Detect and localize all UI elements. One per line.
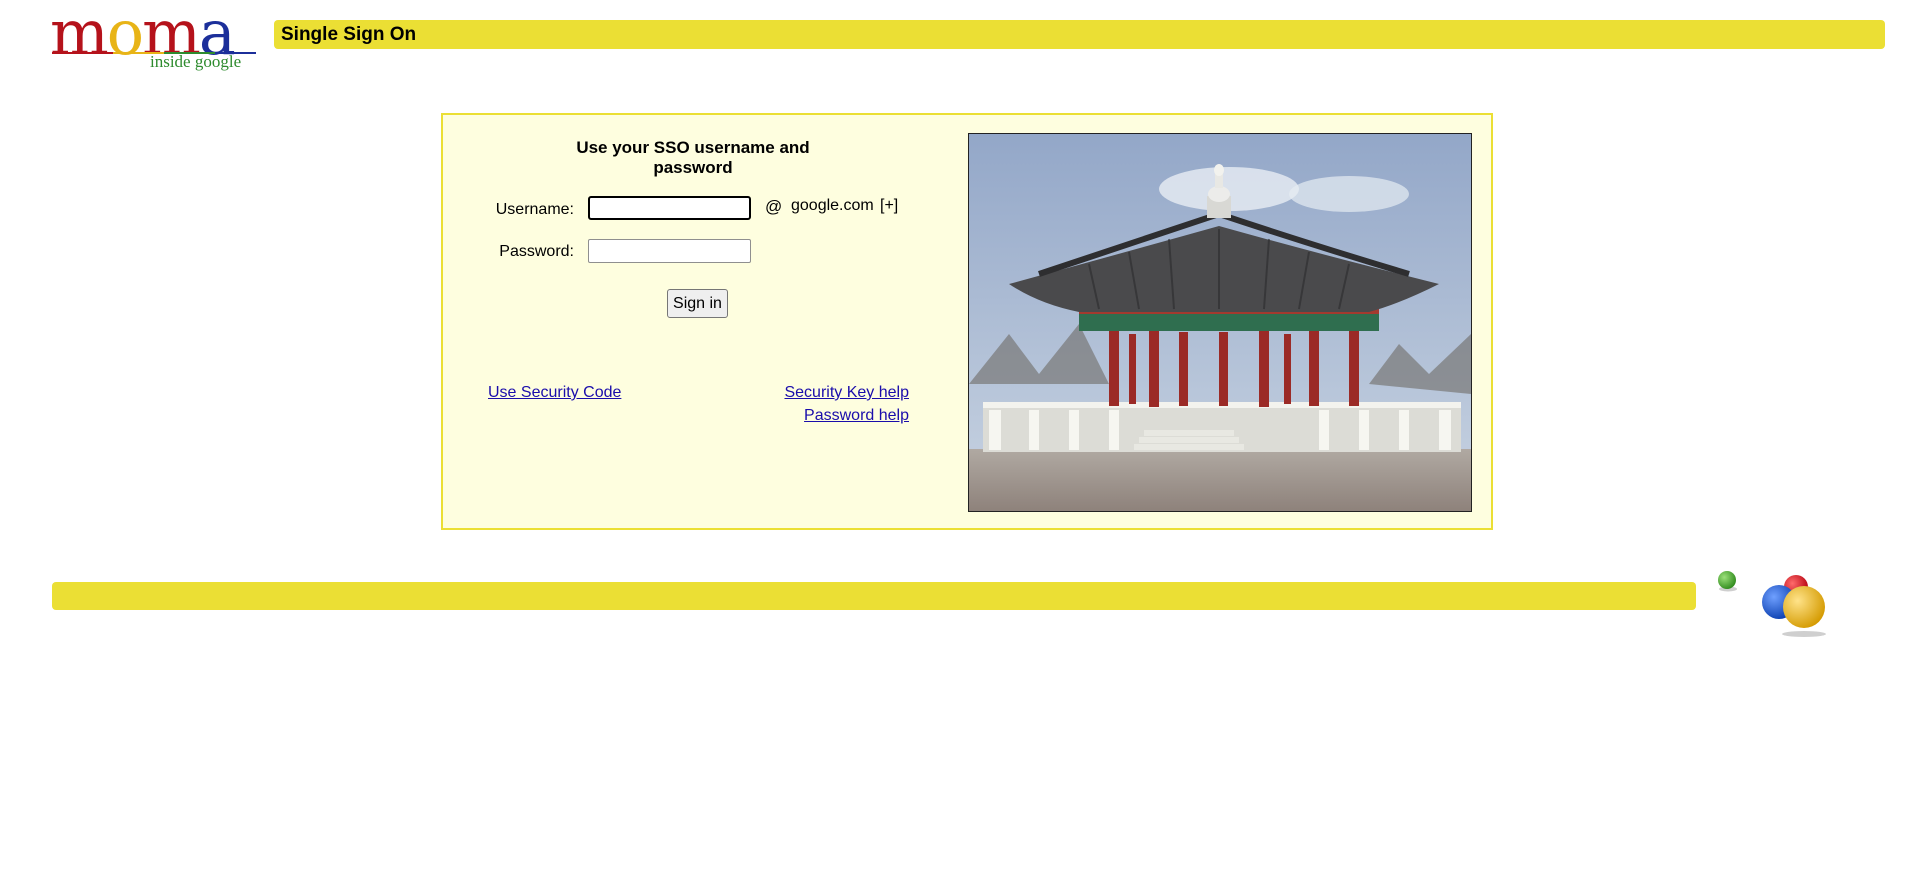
moma-logo: moma inside google bbox=[50, 2, 260, 76]
sso-page: moma inside google Single Sign On Use yo… bbox=[0, 0, 1920, 874]
title-bar: Single Sign On bbox=[274, 20, 1885, 49]
password-help-link[interactable]: Password help bbox=[804, 407, 909, 425]
password-input[interactable] bbox=[588, 239, 751, 263]
domain-label: google.com bbox=[791, 197, 874, 214]
username-label: Username: bbox=[495, 201, 574, 218]
username-input[interactable] bbox=[588, 196, 751, 220]
login-panel: Use your SSO username and password Usern… bbox=[441, 113, 1493, 530]
page-title: Single Sign On bbox=[281, 24, 417, 45]
footer-bar bbox=[52, 582, 1696, 610]
at-sign: @ bbox=[765, 197, 783, 216]
password-label: Password: bbox=[499, 243, 574, 260]
sign-in-button[interactable]: Sign in bbox=[667, 289, 728, 318]
security-key-help-link[interactable]: Security Key help bbox=[784, 384, 909, 402]
domain-expand-toggle[interactable]: [+] bbox=[880, 197, 898, 215]
logo-subtitle: inside google bbox=[150, 52, 242, 71]
login-heading: Use your SSO username and password bbox=[576, 138, 810, 177]
use-security-code-link[interactable]: Use Security Code bbox=[488, 384, 621, 402]
colored-balls-icon bbox=[1712, 568, 1862, 638]
pavilion-photo bbox=[968, 133, 1472, 512]
